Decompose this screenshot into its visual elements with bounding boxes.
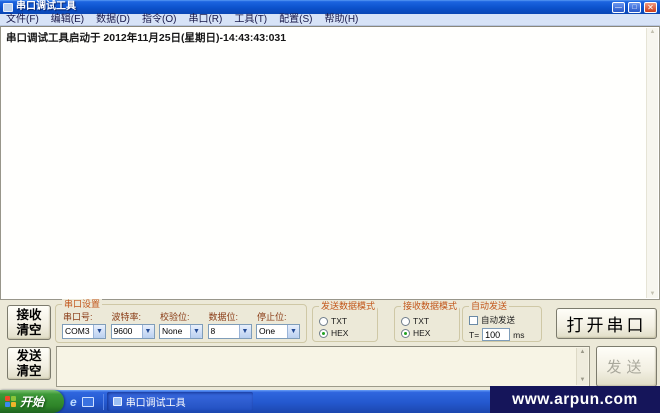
stopbits-select[interactable]: One ▼ bbox=[256, 324, 300, 339]
parity-select[interactable]: None ▼ bbox=[159, 324, 203, 339]
stopbits-field: 停止位: One ▼ bbox=[256, 312, 300, 342]
databits-select[interactable]: 8 ▼ bbox=[207, 324, 252, 339]
menu-file[interactable]: 文件(F) bbox=[6, 14, 39, 26]
send-mode-hex-label: HEX bbox=[331, 328, 349, 338]
serial-settings-title: 串口设置 bbox=[62, 299, 103, 309]
interval-row: T= ms bbox=[469, 328, 541, 341]
receive-mode-hex-label: HEX bbox=[413, 328, 431, 338]
watermark-text: www.arpun.com bbox=[512, 390, 638, 408]
taskbar-divider bbox=[102, 393, 104, 410]
open-port-button[interactable]: 打开串口 bbox=[556, 308, 657, 339]
serial-settings-group: 串口设置 串口号: COM3 ▼ 波特率: 9600 ▼ 校验位: None ▼… bbox=[55, 299, 307, 343]
receive-mode-group: 接收数据模式 TXT HEX bbox=[394, 301, 460, 342]
send-button[interactable]: 发送 bbox=[596, 346, 657, 387]
interval-unit-label: ms bbox=[513, 329, 525, 340]
send-scrollbar[interactable]: ▲ ▼ bbox=[576, 348, 588, 385]
auto-send-label: 自动发送 bbox=[481, 315, 516, 325]
watermark-banner: www.arpun.com bbox=[490, 386, 660, 413]
databits-field: 数据位: 8 ▼ bbox=[207, 312, 252, 342]
stopbits-label: 停止位: bbox=[257, 312, 287, 322]
app-window: 串口调试工具 — □ ✕ 文件(F) 编辑(E) 数据(D) 指令(O) 串口(… bbox=[0, 0, 660, 390]
radio-icon[interactable] bbox=[401, 316, 410, 326]
port-label: 串口号: bbox=[63, 312, 93, 322]
menu-serial[interactable]: 串口(R) bbox=[188, 14, 222, 26]
menu-command[interactable]: 指令(O) bbox=[142, 14, 176, 26]
scroll-up-icon[interactable]: ▲ bbox=[650, 28, 656, 36]
radio-selected-icon[interactable] bbox=[319, 328, 328, 338]
parity-field: 校验位: None ▼ bbox=[159, 312, 203, 342]
send-clear-button[interactable]: 发送 清空 bbox=[7, 347, 51, 380]
interval-prefix-label: T= bbox=[469, 329, 480, 340]
scroll-up-icon[interactable]: ▲ bbox=[580, 348, 586, 357]
startup-log-line: 串口调试工具启动于 2012年11月25日(星期日)-14:43:43:031 bbox=[6, 32, 287, 44]
chevron-down-icon[interactable]: ▼ bbox=[238, 325, 251, 338]
minimize-button[interactable]: — bbox=[612, 1, 625, 13]
title-bar: 串口调试工具 — □ ✕ bbox=[0, 0, 660, 14]
auto-send-option[interactable]: 自动发送 bbox=[469, 314, 541, 326]
send-mode-group: 发送数据模式 TXT HEX bbox=[312, 301, 378, 342]
receive-mode-title: 接收数据模式 bbox=[401, 301, 460, 311]
internet-explorer-icon[interactable]: e bbox=[70, 396, 77, 408]
parity-label: 校验位: bbox=[160, 312, 190, 322]
parity-value: None bbox=[162, 326, 183, 336]
window-title: 串口调试工具 bbox=[16, 1, 76, 12]
menu-config[interactable]: 配置(S) bbox=[279, 14, 312, 26]
show-desktop-icon[interactable] bbox=[81, 396, 94, 407]
baudrate-select[interactable]: 9600 ▼ bbox=[110, 324, 155, 339]
chevron-down-icon[interactable]: ▼ bbox=[190, 325, 202, 338]
receive-mode-txt-label: TXT bbox=[413, 316, 430, 326]
receive-mode-txt-option[interactable]: TXT bbox=[401, 315, 459, 327]
menu-tools[interactable]: 工具(T) bbox=[234, 14, 267, 26]
stopbits-value: One bbox=[259, 326, 276, 336]
send-mode-hex-option[interactable]: HEX bbox=[319, 327, 377, 339]
start-button[interactable]: 开始 bbox=[0, 390, 64, 413]
task-button-label: 串口调试工具 bbox=[125, 398, 186, 409]
send-mode-txt-option[interactable]: TXT bbox=[319, 315, 377, 327]
close-button[interactable]: ✕ bbox=[644, 1, 657, 13]
databits-value: 8 bbox=[210, 326, 216, 336]
receive-clear-button[interactable]: 接收 清空 bbox=[7, 305, 51, 340]
send-mode-title: 发送数据模式 bbox=[319, 301, 378, 311]
auto-send-title: 自动发送 bbox=[469, 301, 510, 311]
receive-log-area[interactable]: 串口调试工具启动于 2012年11月25日(星期日)-14:43:43:031 … bbox=[0, 26, 660, 300]
control-panel: 接收 清空 发送 清空 串口设置 串口号: COM3 ▼ 波特率: 9600 ▼… bbox=[0, 299, 660, 390]
radio-selected-icon[interactable] bbox=[401, 328, 410, 338]
port-value: COM3 bbox=[65, 326, 90, 336]
baudrate-value: 9600 bbox=[113, 326, 133, 336]
baudrate-field: 波特率: 9600 ▼ bbox=[110, 312, 155, 342]
app-window-icon bbox=[112, 397, 122, 406]
port-field: 串口号: COM3 ▼ bbox=[62, 312, 106, 342]
scroll-down-icon[interactable]: ▼ bbox=[580, 376, 586, 385]
app-icon bbox=[3, 2, 13, 12]
databits-label: 数据位: bbox=[208, 312, 239, 322]
chevron-down-icon[interactable]: ▼ bbox=[141, 325, 154, 338]
scroll-down-icon[interactable]: ▼ bbox=[650, 290, 656, 298]
send-input[interactable]: ▲ ▼ bbox=[56, 346, 590, 387]
chevron-down-icon[interactable]: ▼ bbox=[287, 325, 299, 338]
menu-data[interactable]: 数据(D) bbox=[96, 14, 130, 26]
baudrate-label: 波特率: bbox=[111, 312, 142, 322]
receive-scrollbar[interactable]: ▲ ▼ bbox=[646, 28, 658, 298]
checkbox-icon[interactable] bbox=[469, 315, 478, 325]
menu-bar: 文件(F) 编辑(E) 数据(D) 指令(O) 串口(R) 工具(T) 配置(S… bbox=[0, 14, 660, 26]
send-mode-txt-label: TXT bbox=[331, 316, 348, 326]
maximize-button[interactable]: □ bbox=[628, 1, 641, 13]
taskbar-task-button[interactable]: 串口调试工具 bbox=[106, 392, 253, 411]
interval-input[interactable] bbox=[482, 328, 511, 341]
menu-edit[interactable]: 编辑(E) bbox=[51, 14, 84, 26]
auto-send-group: 自动发送 自动发送 T= ms bbox=[462, 301, 542, 342]
start-label: 开始 bbox=[20, 395, 45, 409]
port-select[interactable]: COM3 ▼ bbox=[62, 324, 106, 339]
radio-icon[interactable] bbox=[319, 316, 328, 326]
windows-logo-icon bbox=[5, 396, 16, 407]
quick-launch-bar: e bbox=[64, 396, 100, 408]
chevron-down-icon[interactable]: ▼ bbox=[93, 325, 105, 338]
receive-mode-hex-option[interactable]: HEX bbox=[401, 327, 459, 339]
menu-help[interactable]: 帮助(H) bbox=[324, 14, 358, 26]
